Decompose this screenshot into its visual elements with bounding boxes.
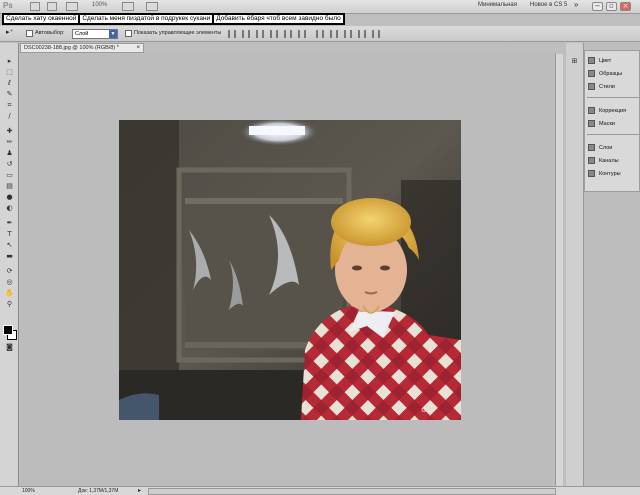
ps-logo: Ps: [3, 1, 13, 10]
history-brush-tool-icon[interactable]: ↺: [4, 160, 15, 168]
swatches-icon: [588, 70, 595, 78]
auto-select-value: Слой: [75, 31, 89, 37]
photo-image: ✿: [119, 120, 461, 420]
panel-item-color[interactable]: Цвет: [588, 55, 640, 67]
document-title: DSC00238-188.jpg @ 100% (RGB/8) *: [24, 45, 119, 51]
close-icon[interactable]: ×: [136, 44, 140, 52]
panel-divider: [587, 97, 639, 98]
auto-select-label: Автовыбор:: [35, 30, 65, 36]
crop-tool-icon[interactable]: ⌗: [4, 101, 15, 109]
align-left-icon[interactable]: [270, 30, 278, 38]
path-select-tool-icon[interactable]: ↖: [4, 241, 15, 249]
distribute-left-icon[interactable]: [358, 30, 366, 38]
caption-box: Сделать меня пиздатой в подрукек сукани: [78, 13, 215, 25]
collapsed-panel-dock: Цвет Образцы Стили Коррекция Маски Слои …: [584, 50, 640, 192]
lasso-tool-icon[interactable]: ℓ: [4, 79, 15, 87]
align-hcenter-icon[interactable]: [284, 30, 292, 38]
quick-select-tool-icon[interactable]: ✎: [4, 90, 15, 98]
foreground-color-swatch[interactable]: [3, 325, 13, 335]
screen-mode-icon[interactable]: [146, 2, 158, 11]
panel-item-paths[interactable]: Контуры: [588, 168, 640, 180]
chevron-down-icon: ▼: [109, 30, 117, 38]
status-bar: 100% Док: 1,37M/1,37M ▸: [0, 486, 640, 495]
paths-icon: [588, 170, 595, 178]
masks-icon: [588, 120, 595, 128]
arrange-documents-icon[interactable]: [122, 2, 134, 11]
workspace-minimal-button[interactable]: Минимальная: [478, 2, 517, 8]
canvas-area[interactable]: ✿: [20, 54, 563, 486]
zoom-menu[interactable]: 100%: [92, 2, 107, 8]
workspace-expand-button[interactable]: »: [574, 0, 578, 9]
eraser-tool-icon[interactable]: ▭: [4, 171, 15, 179]
align-top-icon[interactable]: [228, 30, 236, 38]
marquee-tool-icon[interactable]: ⬚: [4, 68, 15, 76]
panel-item-masks[interactable]: Маски: [588, 118, 640, 130]
quick-mask-icon[interactable]: ◙: [4, 343, 15, 351]
zoom-tool-icon[interactable]: ⚲: [4, 300, 15, 308]
auto-select-checkbox[interactable]: [26, 30, 33, 37]
shape-tool-icon[interactable]: ▬: [4, 252, 15, 260]
show-controls-checkbox[interactable]: [125, 30, 132, 37]
panel-divider: [587, 134, 639, 135]
layers-icon: [588, 144, 595, 152]
view-extras-icon[interactable]: [66, 2, 78, 11]
document-photo: ✿: [119, 120, 461, 420]
styles-icon: [588, 83, 595, 91]
gradient-tool-icon[interactable]: ▤: [4, 182, 15, 190]
zoom-level[interactable]: 100%: [22, 488, 35, 494]
caption-box: Сделать хату окаенной: [2, 13, 81, 25]
mini-bridge-icon[interactable]: [47, 2, 57, 11]
hand-tool-icon[interactable]: ✋: [4, 289, 15, 297]
brush-tool-icon[interactable]: ✏: [4, 138, 15, 146]
panel-dock-strip: ⊞: [566, 43, 584, 486]
caption-strip: Сделать хату окаенной Сделать меня пизда…: [2, 13, 345, 25]
distribute-bottom-icon[interactable]: [344, 30, 352, 38]
panel-item-channels[interactable]: Каналы: [588, 155, 640, 167]
show-controls-label: Показать управляющие элементы: [134, 30, 222, 36]
bridge-icon[interactable]: [30, 2, 40, 11]
color-icon: [588, 57, 595, 65]
adjustments-icon: [588, 107, 595, 115]
move-tool-preset-icon[interactable]: ▸⁺: [6, 28, 13, 36]
align-vcenter-icon[interactable]: [242, 30, 250, 38]
tools-panel: ▸ ⬚ ℓ ✎ ⌗ ∕ ✚ ✏ ♟ ↺ ▭ ▤ ● ◐ ✒ T ↖ ▬ ⟳ ◎ …: [0, 43, 19, 486]
distribute-top-icon[interactable]: [316, 30, 324, 38]
status-menu-arrow-icon[interactable]: ▸: [138, 487, 141, 494]
align-bottom-icon[interactable]: [256, 30, 264, 38]
svg-text:✿: ✿: [421, 406, 427, 414]
healing-brush-tool-icon[interactable]: ✚: [4, 127, 15, 135]
panel-item-styles[interactable]: Стили: [588, 81, 640, 93]
options-bar: ▸⁺ Автовыбор: Слой ▼ Показать управляющи…: [0, 26, 640, 42]
history-panel-icon[interactable]: ⊞: [569, 57, 580, 65]
canvas-vertical-scrollbar[interactable]: [555, 54, 563, 486]
dodge-tool-icon[interactable]: ◐: [4, 204, 15, 212]
workspace-new-cs5-button[interactable]: Новое в CS 5: [530, 2, 567, 8]
3d-rotate-tool-icon[interactable]: ⟳: [4, 267, 15, 275]
clone-stamp-tool-icon[interactable]: ♟: [4, 149, 15, 157]
distribute-right-icon[interactable]: [372, 30, 380, 38]
distribute-vcenter-icon[interactable]: [330, 30, 338, 38]
document-size: Док: 1,37M/1,37M: [78, 488, 119, 494]
align-right-icon[interactable]: [298, 30, 306, 38]
panel-item-adjustments[interactable]: Коррекция: [588, 105, 640, 117]
type-tool-icon[interactable]: T: [4, 230, 15, 238]
auto-select-dropdown[interactable]: Слой ▼: [72, 29, 118, 39]
panel-item-swatches[interactable]: Образцы: [588, 68, 640, 80]
restore-button[interactable]: ▫: [606, 2, 617, 11]
pen-tool-icon[interactable]: ✒: [4, 219, 15, 227]
blur-tool-icon[interactable]: ●: [4, 193, 15, 201]
document-tab[interactable]: DSC00238-188.jpg @ 100% (RGB/8) * ×: [20, 43, 144, 53]
eyedropper-tool-icon[interactable]: ∕: [4, 112, 15, 120]
photoshop-window: Ps 100% Минимальная Новое в CS 5 » − ▫ ×…: [0, 0, 640, 495]
move-tool-icon[interactable]: ▸: [4, 57, 15, 65]
3d-orbit-tool-icon[interactable]: ◎: [4, 278, 15, 286]
menu-bar: Ps 100% Минимальная Новое в CS 5 » − ▫ ×: [0, 0, 640, 14]
close-button[interactable]: ×: [620, 2, 631, 11]
channels-icon: [588, 157, 595, 165]
minimize-button[interactable]: −: [592, 2, 603, 11]
caption-box: Добавить ёбаря чтоб всем завидно было: [212, 13, 345, 25]
canvas-horizontal-scrollbar[interactable]: [148, 488, 556, 495]
panel-item-layers[interactable]: Слои: [588, 142, 640, 154]
